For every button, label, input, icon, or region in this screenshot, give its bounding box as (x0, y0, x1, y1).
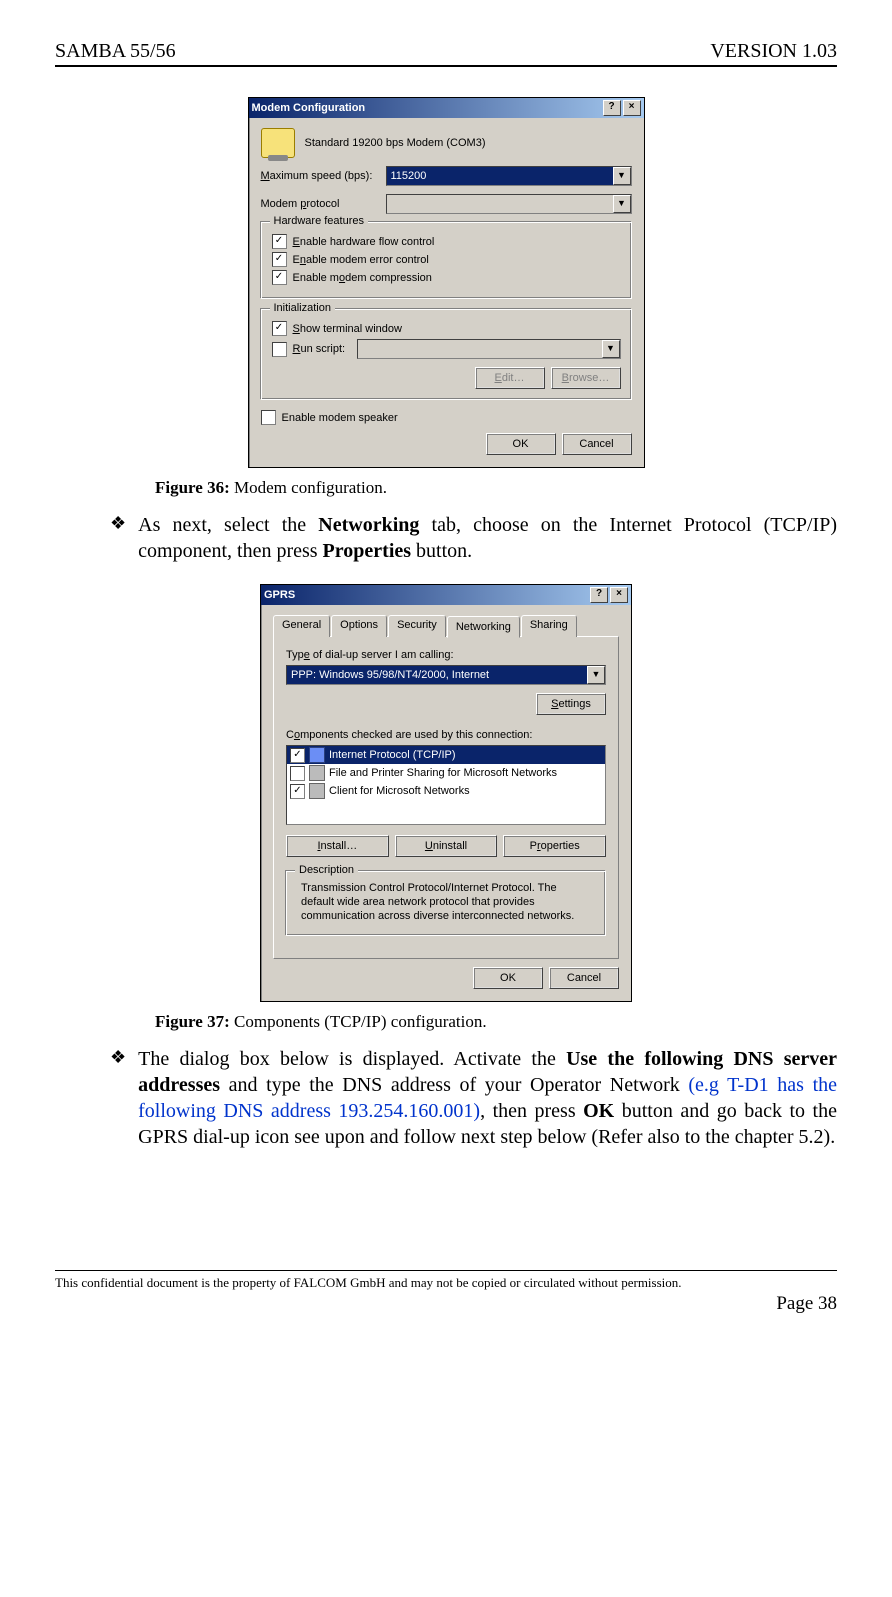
checkbox-speaker[interactable] (261, 410, 276, 425)
page-footer: This confidential document is the proper… (55, 1270, 837, 1315)
settings-button[interactable]: SettingsSettings (536, 693, 606, 715)
chevron-down-icon[interactable]: ▼ (587, 666, 605, 684)
maxspeed-value: 115200 (391, 170, 427, 182)
components-label: Components checked are used by this conn… (286, 729, 606, 741)
service-icon (309, 765, 325, 781)
help-icon[interactable]: ? (590, 587, 608, 603)
runscript-label: Run script:Run script: (293, 343, 346, 355)
protocol-label: Modem protocolModem protocol (261, 198, 386, 210)
bullet-icon: ❖ (110, 512, 126, 564)
install-button[interactable]: Install…Install… (286, 835, 389, 857)
checkbox-terminal[interactable]: ✓ (272, 321, 287, 336)
properties-button[interactable]: PropertiesProperties (503, 835, 606, 857)
figure-37: GPRS ? × General Options Security Networ… (55, 584, 837, 1002)
tab-options[interactable]: Options (331, 615, 387, 637)
checkbox-hwcomp[interactable]: ✓ (272, 270, 287, 285)
close-icon[interactable]: × (623, 100, 641, 116)
hwerror-label: Enable modem error controlEnable modem e… (293, 254, 429, 266)
checkbox-runscript[interactable] (272, 342, 287, 357)
speaker-label: Enable modem speaker (282, 412, 398, 424)
header-right: VERSION 1.03 (710, 40, 837, 63)
ok-button[interactable]: OK (473, 967, 543, 989)
hardware-features-group: Hardware features ✓Enable hardware flow … (261, 222, 632, 299)
init-legend: Initialization (270, 302, 335, 314)
figure-36: Modem Configuration ? × Standard 19200 b… (55, 97, 837, 468)
hardware-legend: Hardware features (270, 215, 369, 227)
tab-bar: General Options Security Networking Shar… (273, 615, 619, 637)
confidential-notice: This confidential document is the proper… (55, 1275, 837, 1291)
cancel-button[interactable]: Cancel (562, 433, 632, 455)
edit-button: Edit…Edit… (475, 367, 545, 389)
checkbox-hwerror[interactable]: ✓ (272, 252, 287, 267)
page-number: Page 38 (55, 1293, 837, 1315)
ok-button[interactable]: OK (486, 433, 556, 455)
protocol-icon (309, 747, 325, 763)
maxspeed-label: MMaximum speed (bps):aximum speed (bps): (261, 170, 386, 182)
maxspeed-select[interactable]: 115200 ▼ (386, 166, 632, 186)
tab-panel-networking: Type of dial-up server I am calling:Type… (273, 636, 619, 959)
type-label: Type of dial-up server I am calling:Type… (286, 649, 606, 661)
hwflow-label: Enable hardware flow controlEnable hardw… (293, 236, 435, 248)
chevron-down-icon[interactable]: ▼ (613, 167, 631, 185)
chevron-down-icon: ▼ (613, 195, 631, 213)
close-icon[interactable]: × (610, 587, 628, 603)
cancel-button[interactable]: Cancel (549, 967, 619, 989)
dialog2-titlebar: GPRS ? × (261, 585, 631, 605)
modem-icon (261, 128, 295, 158)
dialog-title: Modem Configuration (252, 102, 366, 114)
description-group: Description Transmission Control Protoco… (286, 871, 606, 936)
figure-37-caption: Figure 37: Components (TCP/IP) configura… (155, 1012, 837, 1032)
client-icon (309, 783, 325, 799)
figure-36-caption: Figure 36: Modem configuration. (155, 478, 837, 498)
protocol-select: ▼ (386, 194, 632, 214)
help-icon[interactable]: ? (603, 100, 621, 116)
bullet-icon: ❖ (110, 1046, 126, 1150)
instruction-bullet-1: ❖ As next, select the Networking tab, ch… (110, 512, 837, 564)
tab-general[interactable]: General (273, 615, 330, 637)
terminal-label: Show terminal windowShow terminal window (293, 323, 402, 335)
tab-networking[interactable]: Networking (447, 616, 520, 638)
server-type-select[interactable]: PPP: Windows 95/98/NT4/2000, Internet ▼ (286, 665, 606, 685)
component-label: Internet Protocol (TCP/IP) (329, 749, 456, 761)
browse-button: Browse…Browse… (551, 367, 621, 389)
initialization-group: Initialization ✓Show terminal windowShow… (261, 309, 632, 400)
description-text: Transmission Control Protocol/Internet P… (297, 880, 595, 925)
header-left: SAMBA 55/56 (55, 40, 176, 63)
tab-sharing[interactable]: Sharing (521, 615, 577, 637)
checkbox-hwflow[interactable]: ✓ (272, 234, 287, 249)
runscript-select: ▼ (357, 339, 620, 359)
dialog-titlebar: Modem Configuration ? × (249, 98, 644, 118)
chevron-down-icon: ▼ (602, 340, 620, 358)
instruction-bullet-2: ❖ The dialog box below is displayed. Act… (110, 1046, 837, 1150)
dialog2-title: GPRS (264, 589, 295, 601)
hwcomp-label: Enable modem compressionEnable modem com… (293, 272, 432, 284)
uninstall-button[interactable]: UninstallUninstall (395, 835, 498, 857)
tab-security[interactable]: Security (388, 615, 446, 637)
component-label: Client for Microsoft Networks (329, 785, 470, 797)
component-client[interactable]: ✓ Client for Microsoft Networks (287, 782, 605, 800)
component-fileprint[interactable]: File and Printer Sharing for Microsoft N… (287, 764, 605, 782)
components-listbox[interactable]: ✓ Internet Protocol (TCP/IP) File and Pr… (286, 745, 606, 825)
component-tcpip[interactable]: ✓ Internet Protocol (TCP/IP) (287, 746, 605, 764)
modem-name: Standard 19200 bps Modem (COM3) (305, 137, 486, 149)
server-type-value: PPP: Windows 95/98/NT4/2000, Internet (291, 669, 489, 681)
page-header: SAMBA 55/56 VERSION 1.03 (55, 40, 837, 67)
component-label: File and Printer Sharing for Microsoft N… (329, 767, 557, 779)
description-legend: Description (295, 864, 358, 876)
